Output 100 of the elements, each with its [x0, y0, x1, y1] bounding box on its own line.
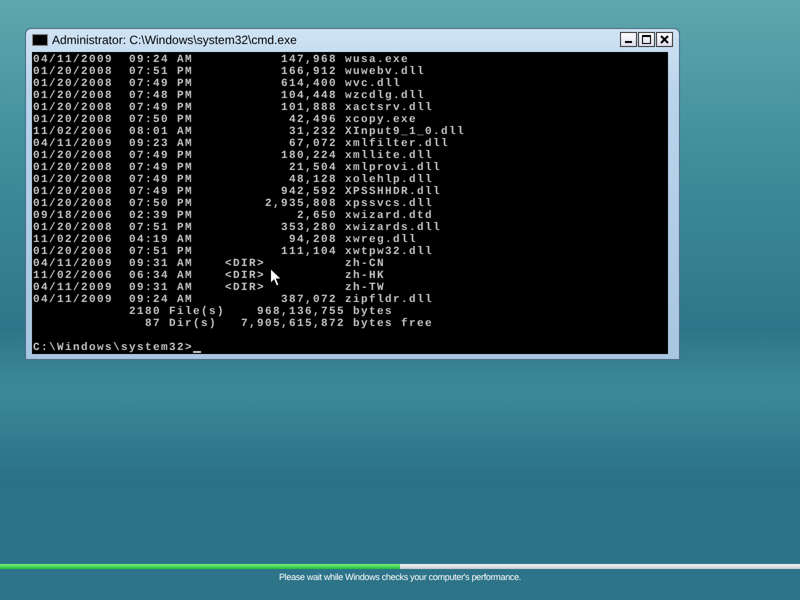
- file-size: 67,072: [288, 138, 337, 150]
- file-date: 01/20/2008: [33, 114, 113, 126]
- file-name: xolehlp.dll: [345, 174, 434, 186]
- file-size: 180,224: [280, 150, 337, 162]
- file-date: 01/20/2008: [33, 78, 113, 90]
- file-name: wuwebv.dll: [345, 66, 426, 78]
- file-name: xwreg.dll: [345, 234, 418, 246]
- file-time: 07:49 PM: [129, 162, 193, 174]
- file-time: 07:50 PM: [129, 198, 193, 210]
- file-name: xwizards.dll: [345, 222, 442, 234]
- count-label: File(s): [169, 306, 225, 318]
- minimize-button[interactable]: [620, 32, 637, 47]
- file-time: 07:49 PM: [129, 102, 193, 114]
- file-time: 09:31 AM: [129, 258, 193, 270]
- maximize-icon: [642, 35, 651, 44]
- file-name: XInput9_1_0.dll: [345, 126, 466, 138]
- file-date: 11/02/2006: [33, 126, 113, 138]
- file-time: 07:49 PM: [129, 174, 193, 186]
- file-date: 01/20/2008: [33, 102, 113, 114]
- directory-marker: <DIR>: [225, 258, 265, 270]
- mouse-pointer-icon: [270, 268, 282, 287]
- file-time: 07:50 PM: [129, 114, 193, 126]
- file-size: 31,232: [288, 126, 337, 138]
- file-time: 04:19 AM: [129, 234, 193, 246]
- count-text: 2180: [128, 306, 161, 318]
- file-time: 06:34 AM: [129, 270, 193, 282]
- file-date: 04/11/2009: [33, 138, 113, 150]
- file-date: 04/11/2009: [33, 54, 113, 66]
- file-date: 01/20/2008: [33, 198, 113, 210]
- file-name: xmllite.dll: [345, 150, 434, 162]
- file-size: 42,496: [288, 114, 337, 126]
- file-size: 21,504: [288, 162, 337, 174]
- file-time: 07:48 PM: [129, 90, 193, 102]
- close-button[interactable]: [656, 32, 673, 47]
- file-size: 387,072: [280, 294, 337, 306]
- file-date: 11/02/2006: [33, 234, 113, 246]
- file-date: 11/02/2006: [33, 270, 113, 282]
- unit-label: bytes free: [353, 318, 434, 330]
- file-date: 09/18/2006: [33, 210, 113, 222]
- file-name: xactsrv.dll: [345, 102, 434, 114]
- unit-label: bytes: [353, 306, 394, 318]
- file-name: xmlprovi.dll: [345, 162, 442, 174]
- file-size: 2,935,808: [264, 198, 337, 210]
- file-size: 101,888: [280, 102, 337, 114]
- file-time: 07:49 PM: [129, 78, 193, 90]
- directory-marker: <DIR>: [225, 270, 265, 282]
- file-time: 08:01 AM: [129, 126, 193, 138]
- file-name: XPSSHHDR.dll: [345, 186, 442, 198]
- count-text: 87: [144, 318, 161, 330]
- close-icon: [660, 35, 669, 44]
- byte-total: 7,905,615,872: [240, 318, 345, 330]
- file-name: wusa.exe: [345, 54, 410, 66]
- file-size: 48,128: [288, 174, 337, 186]
- directory-marker: <DIR>: [225, 282, 265, 294]
- file-date: 01/20/2008: [33, 150, 113, 162]
- byte-total: 968,136,755: [256, 306, 345, 318]
- file-time: 07:51 PM: [129, 246, 193, 258]
- command-prompt: C:\Windows\system32>: [33, 342, 194, 354]
- file-date: 01/20/2008: [33, 246, 113, 258]
- file-name: zipfldr.dll: [345, 294, 434, 306]
- file-name: wvc.dll: [345, 78, 402, 90]
- file-date: 01/20/2008: [33, 162, 113, 174]
- file-size: 104,448: [280, 90, 337, 102]
- file-date: 01/20/2008: [33, 186, 113, 198]
- file-name: xwizard.dtd: [345, 210, 434, 222]
- file-time: 07:51 PM: [129, 222, 193, 234]
- file-time: 09:24 AM: [129, 54, 193, 66]
- console-icon: [32, 34, 48, 46]
- file-date: 04/11/2009: [33, 282, 113, 294]
- file-name: xmlfilter.dll: [345, 138, 450, 150]
- file-name: xcopy.exe: [345, 114, 418, 126]
- file-name: xwtpw32.dll: [345, 246, 434, 258]
- file-date: 01/20/2008: [33, 90, 113, 102]
- status-message: Please wait while Windows checks your computer's performance.: [278, 572, 522, 582]
- file-time: 09:23 AM: [129, 138, 193, 150]
- file-time: 09:31 AM: [129, 282, 193, 294]
- maximize-button[interactable]: [638, 32, 655, 47]
- file-date: 04/11/2009: [33, 258, 113, 270]
- file-date: 04/11/2009: [33, 294, 113, 306]
- file-size: 166,912: [280, 66, 337, 78]
- text-cursor: [193, 351, 202, 353]
- file-size: 353,280: [280, 222, 337, 234]
- file-time: 07:51 PM: [129, 66, 193, 78]
- file-date: 01/20/2008: [33, 66, 113, 78]
- directory-name: zh-HK: [345, 270, 386, 282]
- count-label: Dir(s): [169, 318, 218, 330]
- directory-name: zh-CN: [345, 258, 386, 270]
- file-time: 07:49 PM: [129, 186, 193, 198]
- directory-name: zh-TW: [345, 282, 386, 294]
- file-time: 07:49 PM: [129, 150, 193, 162]
- file-date: 01/20/2008: [33, 222, 113, 234]
- file-size: 147,968: [280, 54, 337, 66]
- file-name: xpssvcs.dll: [345, 198, 434, 210]
- file-size: 942,592: [280, 186, 337, 198]
- window-title: Administrator: C:\Windows\system32\cmd.exe: [52, 32, 298, 46]
- file-size: 111,104: [280, 246, 337, 258]
- file-time: 02:39 PM: [129, 210, 193, 222]
- file-size: 614,400: [280, 78, 337, 90]
- file-size: 94,208: [288, 234, 337, 246]
- file-name: wzcdlg.dll: [345, 90, 426, 102]
